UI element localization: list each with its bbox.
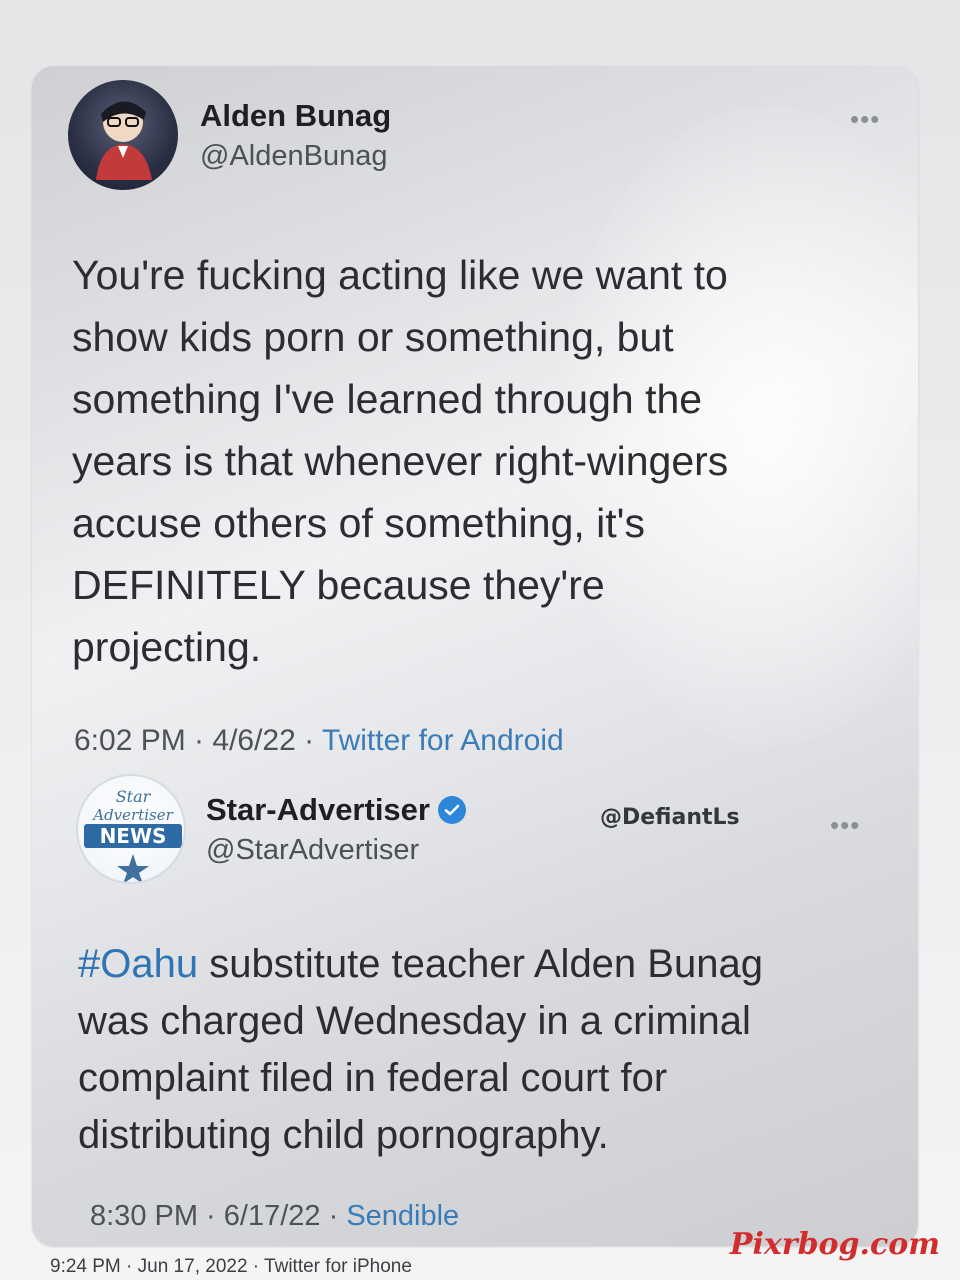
svg-text:Star: Star	[116, 787, 152, 806]
quoted-author-avatar[interactable]: Star Advertiser NEWS	[76, 774, 186, 884]
author-display-name[interactable]: Alden Bunag	[200, 98, 391, 134]
quoted-tweet-text: #Oahu substitute teacher Alden Bunag was…	[78, 936, 763, 1164]
quoted-tweet-source-link[interactable]: Sendible	[346, 1200, 459, 1232]
quoted-author-name-text: Star-Advertiser	[206, 791, 430, 827]
quoted-author-names: Star-Advertiser @StarAdvertiser	[206, 792, 466, 867]
quoted-more-options-icon[interactable]: •••	[830, 810, 860, 841]
overlay-handle-text: @DefiantLs	[600, 805, 740, 830]
hashtag-link[interactable]: #Oahu	[78, 942, 198, 986]
author-names: Alden Bunag @AldenBunag	[200, 98, 391, 173]
quoted-tweet-meta: 8:30 PM · 6/17/22 · Sendible	[90, 1200, 459, 1233]
photo-screen: Alden Bunag @AldenBunag ••• You're fucki…	[0, 0, 960, 1280]
author-handle[interactable]: @AldenBunag	[200, 140, 391, 173]
watermark-text: Pixrbog.com	[729, 1227, 940, 1262]
verified-badge-icon	[437, 795, 466, 824]
more-options-icon[interactable]: •••	[850, 104, 880, 135]
svg-text:NEWS: NEWS	[100, 824, 167, 848]
tweet-source-link[interactable]: Twitter for Android	[322, 724, 564, 757]
tweet-text: You're fucking acting like we want to sh…	[72, 252, 729, 670]
tweet-meta: 6:02 PM · 4/6/22 · Twitter for Android	[74, 724, 564, 758]
outer-tweet-meta[interactable]: 9:24 PM · Jun 17, 2022 · Twitter for iPh…	[50, 1256, 412, 1278]
quoted-tweet-timestamp[interactable]: 8:30 PM · 6/17/22 ·	[90, 1200, 346, 1232]
news-logo-icon: Star Advertiser NEWS	[84, 787, 182, 882]
quoted-author-display-name[interactable]: Star-Advertiser	[206, 792, 466, 828]
quoted-tweet-header: Star Advertiser NEWS Star-Advertiser @St…	[76, 774, 466, 884]
tweet-header: Alden Bunag @AldenBunag	[68, 80, 391, 190]
svg-text:Advertiser: Advertiser	[91, 806, 173, 824]
tweet-timestamp[interactable]: 6:02 PM · 4/6/22 ·	[74, 724, 322, 757]
quoted-author-handle[interactable]: @StarAdvertiser	[206, 834, 466, 867]
author-avatar[interactable]	[68, 80, 178, 190]
avatar-figure-icon	[96, 101, 152, 180]
